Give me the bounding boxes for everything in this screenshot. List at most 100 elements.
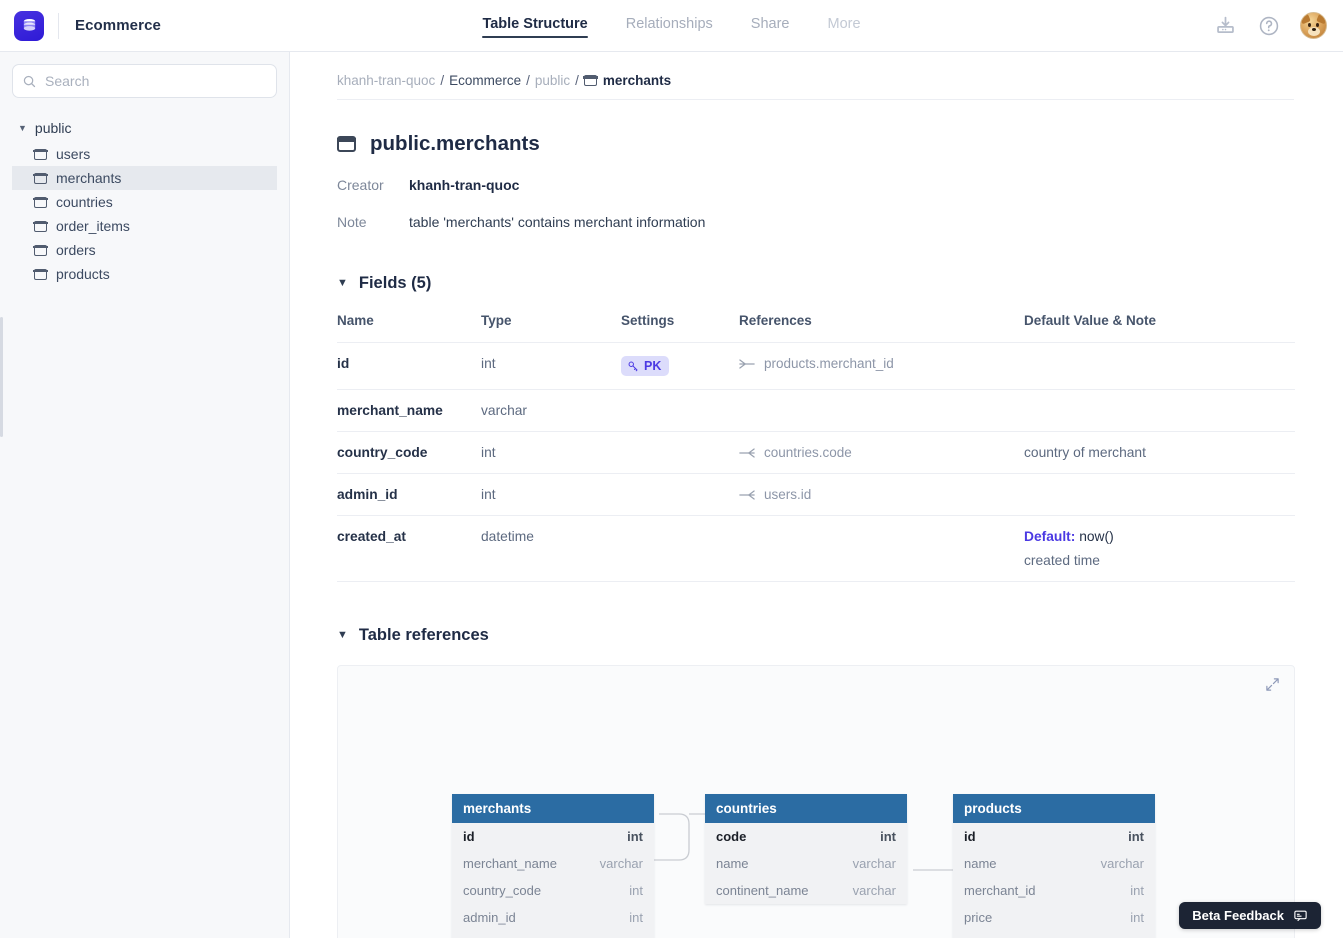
erd-panel[interactable]: merchants id int merchant_name varchar c… bbox=[337, 665, 1295, 938]
sidebar-item-merchants[interactable]: merchants bbox=[12, 166, 277, 190]
fields-section-header[interactable]: ▼ Fields (5) bbox=[337, 274, 1295, 293]
meta-label: Note bbox=[337, 214, 367, 230]
erd-table-merchants[interactable]: merchants id int merchant_name varchar c… bbox=[452, 794, 654, 938]
erd-field-name: name bbox=[964, 856, 997, 871]
reference-link[interactable]: countries.code bbox=[739, 445, 1024, 460]
erd-field-type: int bbox=[880, 829, 896, 844]
erd-field-name: merchant_id bbox=[964, 883, 1036, 898]
erd-field-name: id bbox=[964, 829, 976, 844]
content-wrapper: khanh-tran-quoc / Ecommerce / public / m… bbox=[290, 52, 1343, 938]
erd-table-products[interactable]: products id int name varchar merchant_id… bbox=[953, 794, 1155, 938]
erd-field-row: continent_name varchar bbox=[705, 877, 907, 904]
table-row: country_code int countries.code country … bbox=[337, 431, 1295, 474]
table-icon bbox=[33, 268, 48, 280]
search-input[interactable] bbox=[45, 65, 276, 97]
top-bar: Ecommerce Table Structure Relationships … bbox=[0, 0, 1343, 52]
field-settings bbox=[621, 390, 739, 432]
help-circle-icon bbox=[1259, 16, 1279, 35]
table-icon bbox=[33, 220, 48, 232]
table-row: admin_id int users.id bbox=[337, 473, 1295, 516]
erd-field-type: varchar bbox=[599, 856, 643, 871]
field-default bbox=[1024, 343, 1295, 390]
download-button[interactable] bbox=[1212, 13, 1238, 39]
breadcrumb-schema[interactable]: public bbox=[535, 73, 570, 88]
sidebar-item-orders[interactable]: orders bbox=[12, 238, 277, 262]
field-note: country of merchant bbox=[1024, 445, 1146, 460]
database-icon bbox=[23, 18, 35, 31]
app-logo[interactable] bbox=[14, 10, 44, 41]
sidebar-item-order-items[interactable]: order_items bbox=[12, 214, 277, 238]
erd-field-row: code int bbox=[705, 823, 907, 850]
meta-note: Note table 'merchants' contains merchant… bbox=[337, 214, 1295, 230]
sidebar-item-label: orders bbox=[56, 242, 96, 258]
sidebar-item-label: users bbox=[56, 146, 91, 162]
reference-text: countries.code bbox=[764, 445, 852, 460]
tab-relationships[interactable]: Relationships bbox=[626, 14, 713, 38]
erd-field-type: int bbox=[1128, 829, 1144, 844]
tab-more[interactable]: More bbox=[828, 14, 861, 38]
references-section-header[interactable]: ▼ Table references bbox=[337, 626, 1295, 645]
brand-divider bbox=[58, 12, 59, 39]
breadcrumb-owner[interactable]: khanh-tran-quoc bbox=[337, 73, 435, 88]
beta-feedback-button[interactable]: Beta Feedback bbox=[1179, 902, 1321, 929]
erd-table-title: products bbox=[953, 794, 1155, 823]
erd-field-row: merchant_name varchar bbox=[452, 850, 654, 877]
main-content: khanh-tran-quoc / Ecommerce / public / m… bbox=[290, 52, 1343, 938]
sidebar-item-label: products bbox=[56, 266, 110, 282]
fields-table-head: Name Type Settings References Default Va… bbox=[337, 313, 1295, 343]
field-settings: PK bbox=[621, 343, 739, 390]
fields-section-title: Fields (5) bbox=[358, 274, 432, 292]
sidebar-schema-public[interactable]: ▼ public bbox=[12, 116, 277, 140]
sidebar-item-products[interactable]: products bbox=[12, 262, 277, 286]
table-row: created_at datetime Default: now() creat… bbox=[337, 515, 1295, 582]
column-header-references: References bbox=[739, 313, 812, 328]
sidebar-item-countries[interactable]: countries bbox=[12, 190, 277, 214]
erd-table-countries[interactable]: countries code int name varchar continen… bbox=[705, 794, 907, 904]
page-title-row: public.merchants bbox=[337, 132, 1295, 156]
breadcrumb-project[interactable]: Ecommerce bbox=[449, 73, 521, 88]
meta-label: Creator bbox=[337, 177, 384, 193]
avatar-eye-left bbox=[1308, 23, 1311, 27]
search-box[interactable] bbox=[12, 64, 277, 98]
meta-value: khanh-tran-quoc bbox=[409, 177, 520, 193]
breadcrumb-table: merchants bbox=[583, 73, 672, 88]
erd-field-name: id bbox=[463, 829, 475, 844]
erd-field-row: id int bbox=[953, 823, 1155, 850]
download-icon bbox=[1216, 16, 1234, 33]
default-label: Default: bbox=[1024, 529, 1076, 544]
erd-table-title: merchants bbox=[452, 794, 654, 823]
status-badge[interactable]: PK bbox=[621, 356, 670, 376]
sidebar: ▼ public users merchants countries order… bbox=[0, 52, 290, 938]
beta-feedback-label: Beta Feedback bbox=[1192, 908, 1284, 923]
breadcrumb-table-label: merchants bbox=[602, 73, 672, 88]
help-button[interactable] bbox=[1256, 13, 1282, 39]
project-name: Ecommerce bbox=[75, 17, 161, 34]
sidebar-table-list: users merchants countries order_items or… bbox=[12, 142, 277, 286]
breadcrumb: khanh-tran-quoc / Ecommerce / public / m… bbox=[337, 52, 1294, 100]
erd-field-type: varchar bbox=[1100, 856, 1144, 871]
reference-link[interactable]: users.id bbox=[739, 487, 1024, 502]
reference-text: products.merchant_id bbox=[764, 356, 894, 371]
sidebar-item-users[interactable]: users bbox=[12, 142, 277, 166]
breadcrumb-separator: / bbox=[440, 73, 445, 88]
table-icon bbox=[33, 196, 48, 208]
field-type: varchar bbox=[481, 403, 528, 418]
reference-link[interactable]: products.merchant_id bbox=[739, 356, 1024, 371]
tab-table-structure[interactable]: Table Structure bbox=[482, 14, 589, 38]
table-row: id int PK products.merchant_id bbox=[337, 342, 1295, 390]
sidebar-scrollbar[interactable] bbox=[0, 317, 3, 437]
table-icon bbox=[337, 136, 356, 152]
table-header-row: Name Type Settings References Default Va… bbox=[337, 313, 1295, 343]
default-value-line: Default: now() bbox=[1024, 529, 1295, 544]
field-type: int bbox=[481, 356, 496, 371]
meta-value: table 'merchants' contains merchant info… bbox=[409, 214, 706, 230]
meta-creator: Creator khanh-tran-quoc bbox=[337, 177, 1295, 193]
erd-field-row: admin_id int bbox=[452, 904, 654, 931]
field-settings bbox=[621, 432, 739, 474]
chevron-down-icon: ▼ bbox=[337, 629, 348, 641]
erd-field-type: varchar bbox=[852, 856, 896, 871]
user-avatar[interactable] bbox=[1300, 12, 1327, 39]
breadcrumb-separator: / bbox=[575, 73, 579, 88]
default-value: now() bbox=[1079, 529, 1114, 544]
tab-share[interactable]: Share bbox=[751, 14, 790, 38]
